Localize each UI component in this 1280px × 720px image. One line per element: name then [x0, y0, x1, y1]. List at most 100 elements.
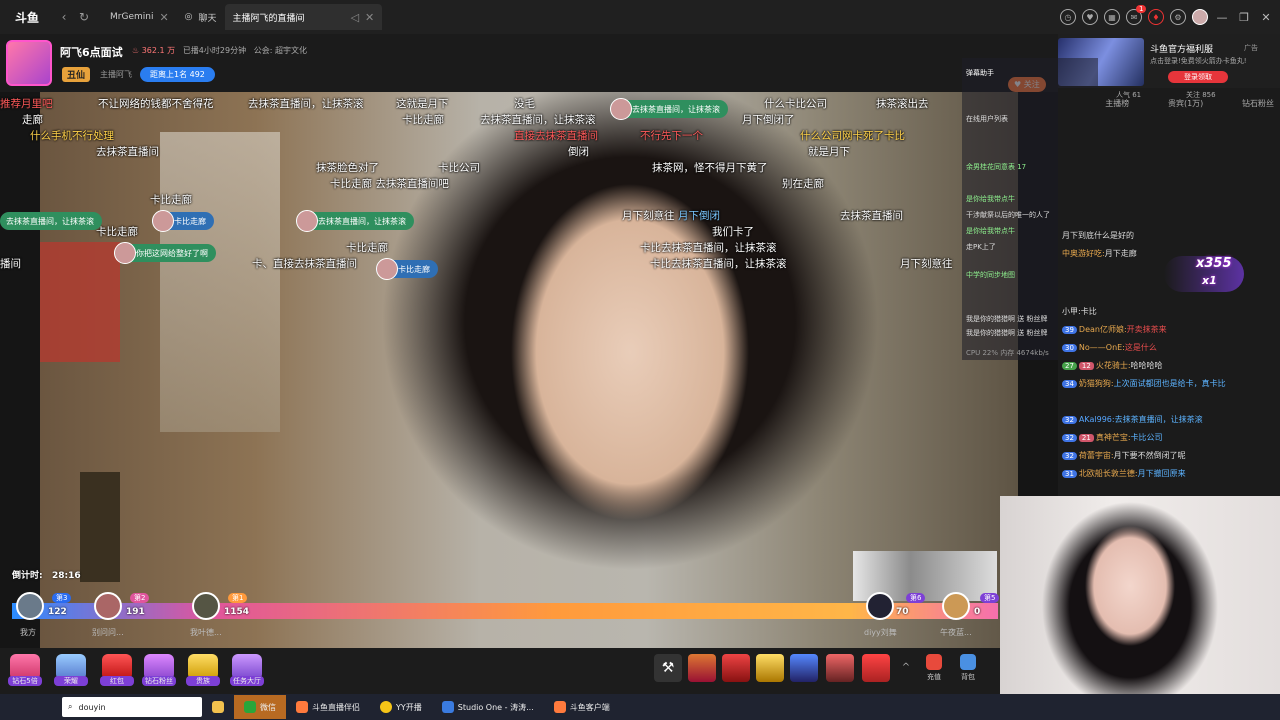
task-hall-button[interactable]: 任务大厅 — [230, 654, 264, 686]
avatar[interactable] — [1192, 9, 1208, 25]
level-badge: 32 — [1062, 416, 1077, 424]
chat-user[interactable]: 中奥游好吃: — [1062, 249, 1105, 258]
tab-chat[interactable]: ◎ 聊天 — [177, 4, 225, 30]
taskbar-app-douyu-client[interactable]: 斗鱼客户端 — [544, 695, 620, 719]
chat-user[interactable]: AKal996: — [1079, 415, 1115, 424]
file-explorer-icon[interactable] — [202, 695, 234, 719]
back-arrow-icon[interactable]: ‹ — [54, 10, 74, 24]
chat-user[interactable]: 荷蕾宇宙: — [1079, 451, 1114, 460]
taskbar-search[interactable]: ⌕ douyin — [62, 697, 202, 717]
chat-message: 34 奶猫狗狗:上次面试都团也是给卡，真卡比 — [1062, 378, 1278, 408]
chevron-up-icon[interactable]: ^ — [892, 654, 920, 682]
pk-name: 午夜蓝... — [940, 628, 972, 637]
level-badge: 30 — [1062, 344, 1077, 352]
noble-button[interactable]: 贵族 — [186, 654, 220, 686]
danmaku-item: 倒闭 — [568, 146, 589, 158]
taskbar-app-studio-one[interactable]: Studio One - 涛涛... — [432, 695, 544, 719]
gift-item-icon[interactable] — [862, 654, 890, 682]
history-icon[interactable]: ◷ — [1060, 9, 1076, 25]
danmaku-item: 去抹茶直播间 — [840, 210, 903, 222]
backpack-button[interactable]: 背包 — [954, 654, 982, 682]
hammer-icon[interactable]: ⚒ — [654, 654, 682, 682]
gift-item-icon[interactable] — [826, 654, 854, 682]
pk-rank: 第5 — [980, 593, 1000, 603]
pk-avatar[interactable] — [866, 592, 894, 620]
douyu-logo[interactable]: 斗鱼 — [0, 0, 54, 34]
tab-live-room[interactable]: 主播阿飞的直播间 ◁ ✕ — [224, 4, 383, 30]
taskbar-app-wechat[interactable]: 微信 — [234, 695, 286, 719]
charge-button[interactable]: 充值 — [920, 654, 948, 682]
pk-avatar[interactable] — [94, 592, 122, 620]
danmaku-item: 去抹茶直播间 — [96, 146, 159, 158]
danmaku-item: 就是月下 — [808, 146, 850, 158]
heart-icon[interactable]: ♥ — [1082, 9, 1098, 25]
danmaku-item: 我们卡了 — [712, 226, 754, 238]
backpack-icon — [960, 654, 976, 670]
ad-login-button[interactable]: 登录领取 — [1168, 71, 1228, 83]
pk-avatar[interactable] — [942, 592, 970, 620]
gift-item-icon[interactable] — [722, 654, 750, 682]
chat-user[interactable]: No——OnE: — [1079, 343, 1125, 352]
webcam-preview[interactable] — [1000, 496, 1280, 694]
pk-name: diyy刘舞 — [864, 628, 897, 637]
pk-score: 70 — [896, 607, 909, 617]
tab-mrgemini[interactable]: MrGemini ✕ — [102, 4, 177, 30]
danmaku-item: 卡比走廊 — [96, 226, 138, 238]
rank-pill[interactable]: 距离上1名 492 — [140, 67, 215, 82]
anchor-avatar[interactable] — [6, 40, 52, 86]
chat-user[interactable]: 奶猫狗狗: — [1079, 379, 1114, 388]
chat-user[interactable]: 北欧船长敦兰德: — [1079, 469, 1138, 478]
mute-icon[interactable]: ◁ — [351, 11, 359, 24]
danmaku-item: 什么公司网卡死了卡比 — [800, 130, 905, 142]
hot-icon: ♨ — [132, 46, 142, 55]
chat-text: 月下走廊 — [1104, 249, 1137, 258]
taskbar-app-yy[interactable]: YY开播 — [370, 695, 432, 719]
chat-panel[interactable]: 人气 61 关注 856 · 主播榜 贵宾(1万) 钻石粉丝 月下到底什么是好的… — [1058, 88, 1280, 496]
chat-message: 32 荷蕾宇宙:月下要不然倒闭了呢 — [1062, 450, 1278, 461]
gift-icon[interactable]: ♦ — [1148, 9, 1164, 25]
countdown-label: 倒计时: — [12, 571, 43, 581]
taskbar-app-douyu-companion[interactable]: 斗鱼直播伴侣 — [286, 695, 370, 719]
gift-danmaku-text: 去抹茶直播间，让抹茶滚 — [632, 104, 720, 114]
tab-diamond-fans[interactable]: 钻石粉丝 — [1242, 98, 1274, 109]
level-badge: 34 — [1062, 380, 1077, 388]
close-icon[interactable]: ✕ — [365, 11, 374, 24]
gift-item-icon[interactable] — [790, 654, 818, 682]
gift-danmaku: 去抹茶直播间，让抹茶滚 — [610, 98, 728, 120]
gift-item-icon[interactable] — [688, 654, 716, 682]
close-icon[interactable]: ✕ — [159, 11, 168, 24]
red-packet-button[interactable]: 红包 — [100, 654, 134, 686]
minimize-icon[interactable]: — — [1214, 11, 1230, 24]
refresh-icon[interactable]: ↻ — [74, 10, 94, 24]
honor-button[interactable]: 荣耀 — [54, 654, 88, 686]
ad-label: 广告 — [1244, 44, 1258, 52]
danmaku-item: 走廊 — [22, 114, 43, 126]
tab-anchor-rank[interactable]: 主播榜 — [1105, 98, 1129, 109]
avatar — [376, 258, 398, 280]
room-header: 阿飞6点面试 ♨ 362.1 万 已播4小时29分钟 公会: 超宇文化 丑仙 主… — [0, 34, 1058, 92]
diamond-fans-button[interactable]: 钻石粉丝 — [142, 654, 176, 686]
chat-user[interactable]: 火花骑士: — [1096, 361, 1131, 370]
pk-avatar[interactable] — [192, 592, 220, 620]
chat-user[interactable]: 真神芒宝: — [1096, 433, 1131, 442]
chat-message: 月下到底什么是好的 — [1062, 230, 1278, 241]
notification-badge: 1 — [1136, 5, 1147, 13]
gift-combo-count: x355 — [1196, 256, 1232, 271]
danmaku-item: 月下倒闭 — [678, 210, 720, 222]
message-icon[interactable]: ✉ 1 — [1126, 5, 1147, 25]
overlay-title: 弹幕助手 — [966, 69, 994, 77]
tool-label: 钻石粉丝 — [142, 676, 176, 686]
tab-vip[interactable]: 贵宾(1万) — [1168, 98, 1203, 109]
pk-avatar[interactable] — [16, 592, 44, 620]
overlay-line: 走PK上了 — [966, 243, 996, 251]
chat-text: 卡比公司 — [1130, 433, 1163, 442]
restore-icon[interactable]: ❐ — [1236, 11, 1252, 24]
danmaku-item: 卡比去抹茶直播间，让抹茶滚 — [650, 258, 787, 270]
close-window-icon[interactable]: ✕ — [1258, 11, 1274, 24]
gift-item-icon[interactable] — [756, 654, 784, 682]
settings-icon[interactable]: ⚙ — [1170, 9, 1186, 25]
chat-user[interactable]: Dean亿师娘: — [1079, 325, 1127, 334]
pk-rank: 第6 — [906, 593, 926, 603]
diamond-5x-button[interactable]: 钻石5倍 — [8, 654, 42, 686]
calendar-icon[interactable]: ▦ — [1104, 9, 1120, 25]
